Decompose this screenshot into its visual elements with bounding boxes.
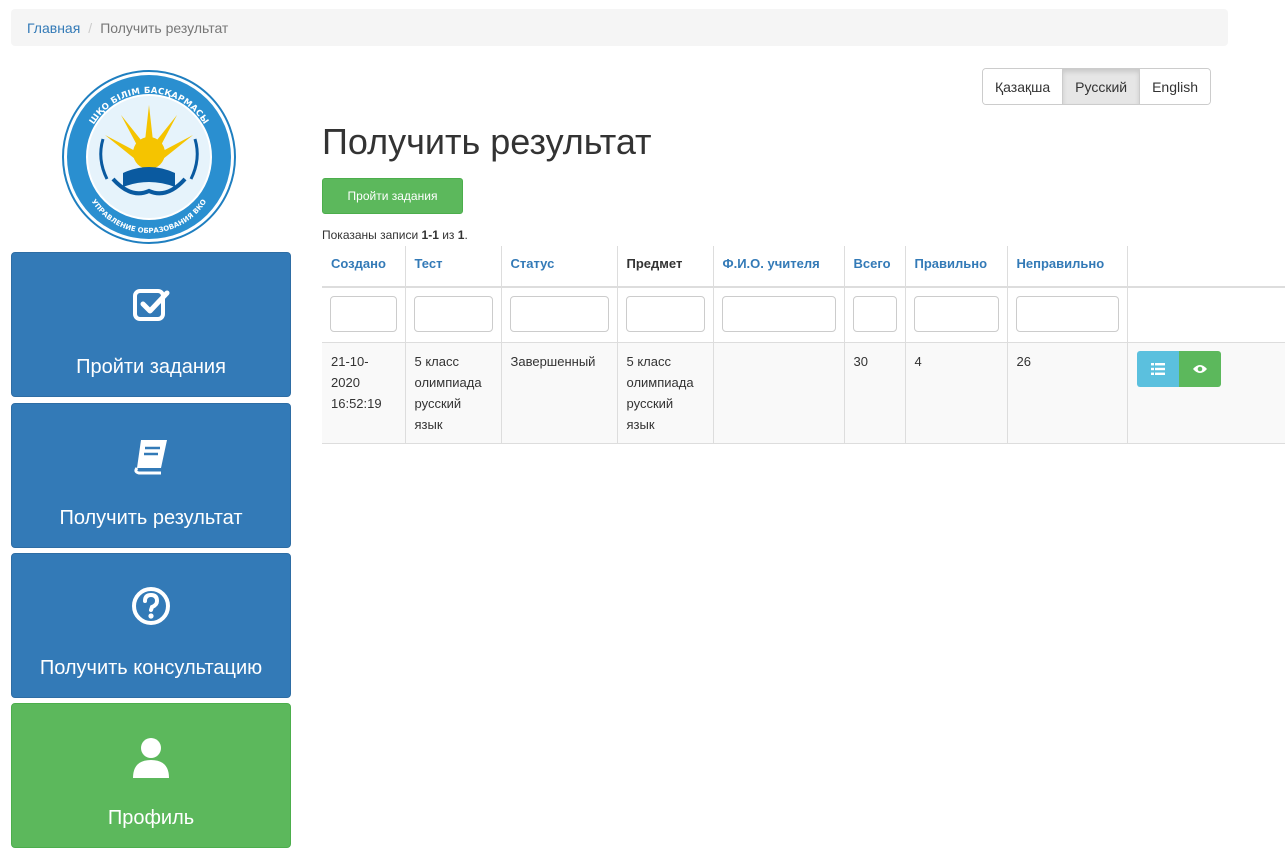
filter-empty-cell bbox=[1126, 287, 1285, 343]
filter-correct-input[interactable] bbox=[913, 296, 999, 332]
filter-test-input[interactable] bbox=[413, 296, 493, 332]
go-tasks-button[interactable]: Пройти задания bbox=[322, 178, 463, 214]
page-title: Получить результат bbox=[322, 121, 652, 162]
sort-total-link[interactable]: Всего bbox=[854, 256, 891, 271]
lang-button-english[interactable]: English bbox=[1139, 69, 1211, 104]
sidebar-tile-label: Профиль bbox=[107, 807, 195, 829]
grid-summary: Показаны записи 1-1 из 1. bbox=[322, 228, 468, 242]
sort-test-link[interactable]: Тест bbox=[415, 256, 443, 271]
summary-range: 1-1 bbox=[421, 228, 439, 242]
cell-teacher bbox=[712, 342, 845, 444]
question-circle-icon bbox=[132, 587, 170, 625]
breadcrumb: Главная / Получить результат bbox=[11, 9, 1228, 46]
sidebar-tile-label: Получить результат bbox=[59, 507, 243, 529]
sidebar-tile-label: Получить консультацию bbox=[39, 657, 263, 679]
sort-teacher-link[interactable]: Ф.И.О. учителя bbox=[723, 256, 820, 271]
results-table: Создано Тест Статус Предмет Ф.И.О. учите… bbox=[322, 246, 1285, 444]
sort-incorrect-link[interactable]: Неправильно bbox=[1017, 256, 1105, 271]
sidebar-tile-tasks[interactable]: Пройти задания bbox=[11, 252, 291, 397]
cell-test: 5 класс олимпиада русский язык bbox=[404, 342, 502, 444]
subject-header: Предмет bbox=[626, 256, 683, 271]
cell-subject: 5 класс олимпиада русский язык bbox=[616, 342, 714, 444]
sidebar-tile-results[interactable]: Получить результат bbox=[11, 403, 291, 548]
breadcrumb-separator: / bbox=[88, 19, 93, 36]
cell-actions bbox=[1126, 342, 1285, 444]
filter-subject-input[interactable] bbox=[625, 296, 705, 332]
filter-status-input[interactable] bbox=[509, 296, 609, 332]
summary-mid: из bbox=[438, 228, 458, 242]
filter-total-input[interactable] bbox=[852, 296, 897, 332]
table-header-row: Создано Тест Статус Предмет Ф.И.О. учите… bbox=[322, 246, 1285, 288]
cell-incorrect: 26 bbox=[1006, 342, 1128, 444]
filter-teacher-input[interactable] bbox=[721, 296, 836, 332]
breadcrumb-current: Получить результат bbox=[100, 19, 229, 36]
actions-header bbox=[1126, 246, 1285, 288]
sidebar-tile-profile[interactable]: Профиль bbox=[11, 703, 291, 848]
check-square-icon bbox=[133, 289, 170, 321]
list-icon bbox=[1150, 363, 1165, 375]
sort-status-link[interactable]: Статус bbox=[511, 256, 555, 271]
filter-created-input[interactable] bbox=[330, 296, 397, 332]
sidebar-tile-label: Пройти задания bbox=[76, 356, 226, 378]
filter-row bbox=[322, 287, 1285, 343]
cell-status: Завершенный bbox=[500, 342, 618, 444]
cell-created: 21-10-2020 16:52:19 bbox=[322, 342, 406, 444]
sidebar-tile-consultation[interactable]: Получить консультацию bbox=[11, 553, 291, 698]
cell-total: 30 bbox=[843, 342, 906, 444]
row-action-buttons bbox=[1136, 351, 1278, 387]
sort-correct-link[interactable]: Правильно bbox=[915, 256, 988, 271]
sort-created-link[interactable]: Создано bbox=[331, 256, 386, 271]
book-icon bbox=[134, 440, 167, 475]
cell-correct: 4 bbox=[904, 342, 1008, 444]
lang-button-russian[interactable]: Русский bbox=[1062, 69, 1140, 104]
summary-end: . bbox=[464, 228, 468, 242]
breadcrumb-home-link[interactable]: Главная bbox=[27, 20, 80, 36]
logo-emblem: ШҚО БІЛІМ БАСҚАРМАСЫ УПРАВЛЕНИЕ ОБРАЗОВА… bbox=[62, 70, 236, 244]
language-switcher: Қазақша Русский English bbox=[982, 68, 1212, 105]
user-icon bbox=[133, 738, 169, 778]
summary-prefix: Показаны записи bbox=[322, 228, 422, 242]
lang-button-kazakh[interactable]: Қазақша bbox=[983, 69, 1063, 104]
eye-icon bbox=[1192, 365, 1207, 373]
filter-incorrect-input[interactable] bbox=[1015, 296, 1119, 332]
view-details-button[interactable] bbox=[1136, 351, 1179, 387]
table-row: 21-10-2020 16:52:19 5 класс олимпиада ру… bbox=[322, 342, 1285, 444]
view-result-button[interactable] bbox=[1178, 351, 1221, 387]
